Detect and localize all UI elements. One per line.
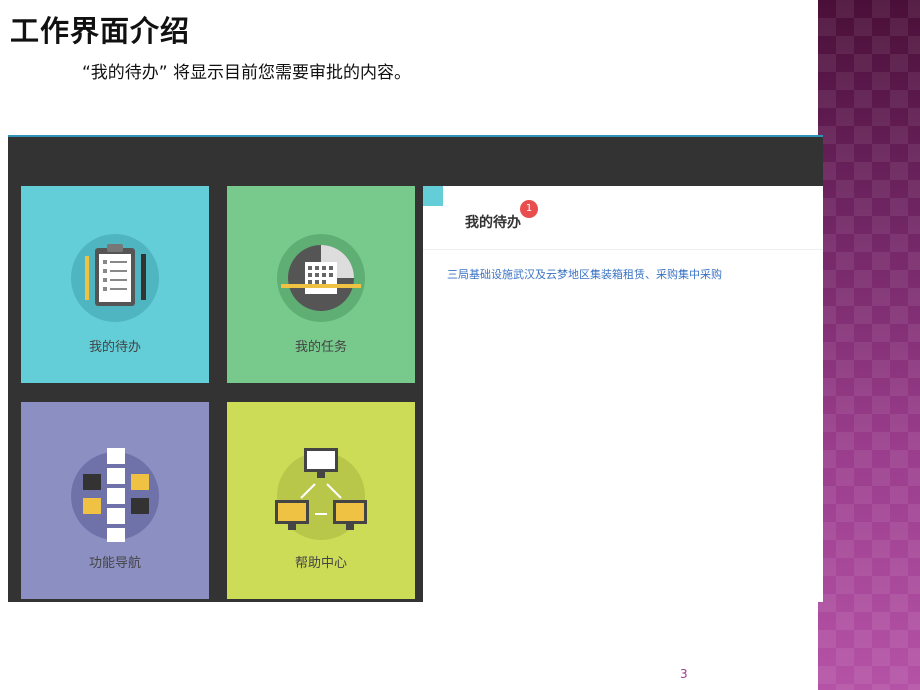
panel-corner-accent xyxy=(423,186,443,206)
tile-my-tasks[interactable]: 我的任务 xyxy=(227,186,415,383)
clipboard-icon xyxy=(71,234,159,322)
tile-label: 功能导航 xyxy=(88,556,141,571)
sitemap-icon xyxy=(71,448,159,542)
tile-help-center[interactable]: 帮助中心 xyxy=(227,402,415,599)
tile-label: 我的待办 xyxy=(88,340,141,355)
page-number: 3 xyxy=(680,667,688,681)
slide-title: 工作界面介绍 xyxy=(10,14,191,48)
tile-my-todo[interactable]: 我的待办 xyxy=(21,186,209,383)
tile-label: 帮助中心 xyxy=(294,556,347,571)
todo-panel: 我的待办 1 三局基础设施武汉及云梦地区集装箱租赁、采购集中采购 xyxy=(423,186,823,602)
slide-subtitle: “我的待办” 将显示目前您需要审批的内容。 xyxy=(82,63,412,83)
decorative-side-band xyxy=(818,0,920,690)
tile-label: 我的任务 xyxy=(294,340,347,355)
network-computers-icon xyxy=(275,448,367,540)
tile-navigation[interactable]: 功能导航 xyxy=(21,402,209,599)
divider xyxy=(423,249,823,250)
app-screenshot: 我的待办 我的任务 功能导航 帮助中心 我的待办 1 三局基础设施武汉及云梦地区… xyxy=(8,135,823,602)
notification-badge: 1 xyxy=(520,200,538,218)
todo-item-link[interactable]: 三局基础设施武汉及云梦地区集装箱租赁、采购集中采购 xyxy=(447,266,722,282)
calendar-icon xyxy=(277,234,365,322)
panel-title: 我的待办 xyxy=(465,215,521,231)
app-top-bar xyxy=(8,137,823,185)
